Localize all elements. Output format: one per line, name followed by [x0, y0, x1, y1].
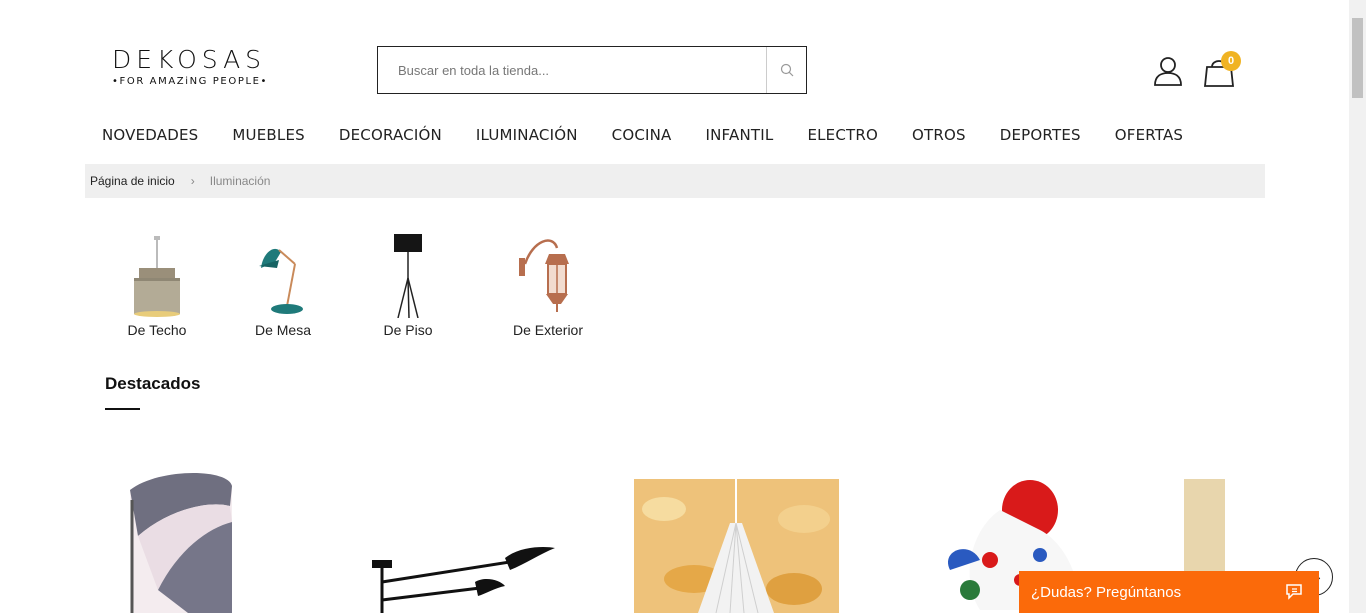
- product-image-white-pendant[interactable]: [634, 479, 839, 613]
- category-label: De Techo: [127, 322, 187, 338]
- nav-item-cocina[interactable]: Cocina: [612, 126, 672, 144]
- logo-tagline: •FOR AMAZiNG PEOPLE•: [112, 76, 269, 87]
- logo-wordmark: DEKOSAS: [112, 45, 267, 74]
- product-image-black-wall-lamp[interactable]: [360, 540, 560, 613]
- nav-item-muebles[interactable]: Muebles: [232, 126, 304, 144]
- breadcrumb-current: Iluminación: [209, 174, 271, 188]
- site-logo[interactable]: DEKOSAS •FOR AMAZiNG PEOPLE•: [112, 45, 292, 88]
- breadcrumb-home-link[interactable]: Página de inicio: [90, 174, 175, 188]
- pendant-lamp-icon: [122, 232, 192, 318]
- scrollbar-thumb[interactable]: [1352, 18, 1363, 98]
- breadcrumb-separator: ›: [190, 174, 195, 188]
- user-account-icon[interactable]: [1152, 55, 1184, 87]
- featured-section-title: Destacados: [105, 374, 201, 393]
- search-bar: [377, 46, 807, 94]
- nav-item-otros[interactable]: Otros: [912, 126, 966, 144]
- floor-lamp-icon: [378, 232, 438, 318]
- search-icon: [780, 63, 793, 77]
- chat-widget-button[interactable]: ¿Dudas? Pregúntanos: [1019, 571, 1319, 613]
- breadcrumb: Página de inicio › Iluminación: [85, 164, 1265, 198]
- wall-lantern-icon: [508, 232, 588, 318]
- chat-bubble-icon: [1286, 584, 1302, 600]
- category-label: De Mesa: [254, 322, 312, 338]
- nav-item-deportes[interactable]: Deportes: [1000, 126, 1081, 144]
- category-de-mesa[interactable]: De Mesa: [250, 232, 316, 338]
- category-label: De Piso: [383, 322, 433, 338]
- desk-lamp-icon: [250, 232, 316, 318]
- category-de-exterior[interactable]: De Exterior: [508, 232, 588, 338]
- product-image-spiral-lamp[interactable]: [118, 470, 248, 613]
- search-button[interactable]: [766, 47, 806, 93]
- category-de-techo[interactable]: De Techo: [122, 232, 192, 338]
- category-de-piso[interactable]: De Piso: [378, 232, 438, 338]
- main-navigation: Novedades Muebles Decoración Iluminación…: [102, 126, 1217, 144]
- nav-item-electro[interactable]: Electro: [807, 126, 878, 144]
- nav-item-novedades[interactable]: Novedades: [102, 126, 198, 144]
- search-input[interactable]: [378, 47, 766, 93]
- chat-label: ¿Dudas? Pregúntanos: [1031, 583, 1182, 601]
- nav-item-infantil[interactable]: Infantil: [706, 126, 774, 144]
- page-scrollbar[interactable]: [1349, 0, 1366, 613]
- nav-item-ofertas[interactable]: Ofertas: [1115, 126, 1183, 144]
- category-label: De Exterior: [512, 322, 584, 338]
- cart-count-badge: 0: [1221, 51, 1241, 71]
- nav-item-decoracion[interactable]: Decoración: [339, 126, 442, 144]
- section-divider: [105, 408, 140, 410]
- nav-item-iluminacion[interactable]: Iluminación: [476, 126, 578, 144]
